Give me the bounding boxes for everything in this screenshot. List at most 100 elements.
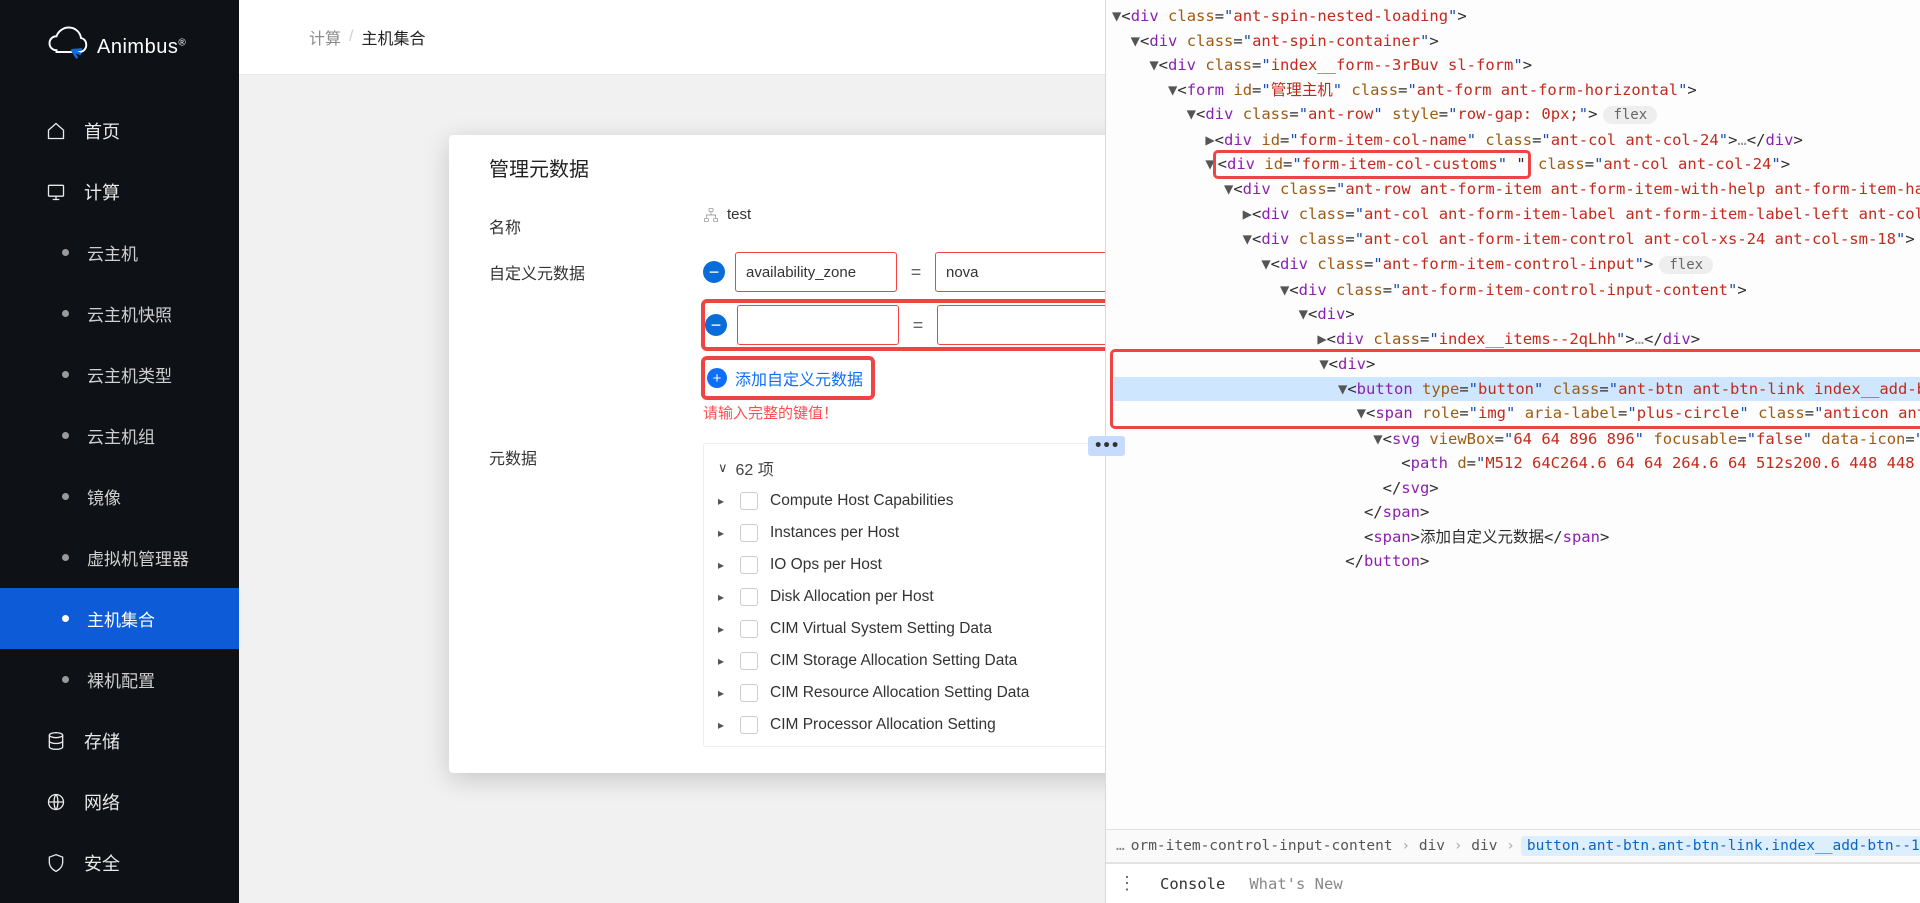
dom-node[interactable]: ▼<span role="img" aria-label="plus-circl…: [1114, 401, 1920, 426]
dom-node[interactable]: ▼<div class="ant-col ant-form-item-contr…: [1112, 227, 1920, 253]
sidebar-item-identity[interactable]: 身份管理: [0, 893, 239, 903]
dom-node[interactable]: <path d="M512 64C264.6 64 64 264.6 64 51…: [1112, 451, 1920, 476]
metadata-library-item[interactable]: ▸ CIM Processor Allocation Setting: [718, 716, 1105, 734]
metadata-library-item[interactable]: ▸ CIM Resource Allocation Setting Data: [718, 684, 1105, 702]
checkbox[interactable]: [740, 652, 758, 670]
metadata-library-item[interactable]: ▸ Instances per Host: [718, 524, 1105, 542]
metadata-key-input[interactable]: [737, 305, 899, 345]
dom-node[interactable]: ▼<div class="ant-row ant-form-item ant-f…: [1112, 177, 1920, 203]
dom-node[interactable]: ▼<div class="ant-form-item-control-input…: [1112, 252, 1920, 278]
sidebar-item-security[interactable]: 安全: [0, 832, 239, 893]
name-value: test: [703, 206, 1105, 223]
metadata-key-input[interactable]: [735, 252, 897, 292]
sidebar-item-storage[interactable]: 存储: [0, 710, 239, 771]
dom-node[interactable]: ▼<div class="ant-spin-container">: [1112, 29, 1920, 54]
name-text: test: [727, 206, 751, 223]
dom-node[interactable]: <span>添加自定义元数据</span>: [1112, 525, 1920, 550]
dom-node[interactable]: ▼<div>: [1114, 352, 1920, 377]
devtools-breadcrumbs[interactable]: … orm-item-control-input-content › div ›…: [1106, 829, 1920, 863]
sidebar-item-compute-child[interactable]: 云主机: [0, 222, 239, 283]
metadata-library-label: CIM Storage Allocation Setting Data: [770, 652, 1017, 670]
dom-node[interactable]: ▼<div id="form-item-col-customs" " class…: [1112, 152, 1920, 177]
sidebar-item-label: 云主机: [87, 240, 138, 265]
bullet-icon: [62, 249, 69, 256]
crumb-active[interactable]: button.ant-btn.ant-btn-link.index__add-b…: [1521, 836, 1920, 856]
sidebar-item-compute[interactable]: 计算: [0, 161, 239, 222]
sidebar-item-compute-child[interactable]: 镜像: [0, 466, 239, 527]
equals-icon: =: [909, 315, 927, 336]
brand-logo-icon: [46, 24, 88, 70]
caret-right-icon: ▸: [718, 622, 728, 636]
metadata-library-label: CIM Processor Allocation Setting: [770, 716, 996, 734]
sidebar-item-label: 计算: [84, 179, 120, 205]
sidebar-item-compute-child[interactable]: 主机集合: [0, 588, 239, 649]
dom-node[interactable]: ▼<div class="ant-form-item-control-input…: [1112, 278, 1920, 303]
add-metadata-button[interactable]: + 添加自定义元数据: [707, 362, 863, 394]
sidebar-item-label: 云主机类型: [87, 362, 172, 387]
sidebar-item-label: 安全: [84, 850, 120, 876]
metadata-library-item[interactable]: ▸ Compute Host Capabilities: [718, 492, 1105, 510]
dom-node[interactable]: ▼<div class="ant-spin-nested-loading">: [1112, 4, 1920, 29]
bullet-icon: [62, 432, 69, 439]
main-area: 计算 / 主机集合 ❯ 管理元数据 名称 test 自定义元数据 − = − =: [239, 0, 1105, 903]
checkbox[interactable]: [740, 620, 758, 638]
sidebar-item-compute-child[interactable]: 虚拟机管理器: [0, 527, 239, 588]
metadata-library-item[interactable]: ▸ Disk Allocation per Host: [718, 588, 1105, 606]
checkbox[interactable]: [740, 556, 758, 574]
dom-node[interactable]: ▼<svg viewBox="64 64 896 896" focusable=…: [1112, 427, 1920, 452]
brand: Animbus®: [0, 0, 239, 100]
checkbox[interactable]: [740, 716, 758, 734]
crumb-item[interactable]: div: [1471, 838, 1497, 854]
dom-node[interactable]: ▼<div>: [1112, 302, 1920, 327]
dom-node[interactable]: ▶<div id="form-item-col-name" class="ant…: [1112, 128, 1920, 153]
form-row-meta: 元数据 ∨ 62 项 ▸ Compute Host Capabilities▸ …: [489, 437, 1105, 747]
manage-metadata-modal: 管理元数据 名称 test 自定义元数据 − = − = + 添加: [449, 135, 1105, 773]
dom-node[interactable]: ▶<div class="index__items--2qLhh">…</div…: [1112, 327, 1920, 352]
dom-node[interactable]: ▼<div class="index__form--3rBuv sl-form"…: [1112, 53, 1920, 78]
sidebar-item-home[interactable]: 首页: [0, 100, 239, 161]
checkbox[interactable]: [740, 588, 758, 606]
sidebar-item-compute-child[interactable]: 云主机快照: [0, 283, 239, 344]
kebab-icon[interactable]: ⋮: [1118, 873, 1136, 894]
dom-node[interactable]: ▼<form id="管理主机" class="ant-form ant-for…: [1112, 78, 1920, 103]
metadata-library-item[interactable]: ▸ CIM Storage Allocation Setting Data: [718, 652, 1105, 670]
metadata-value-input[interactable]: [937, 305, 1105, 345]
caret-right-icon: ▸: [718, 494, 728, 508]
tab-whatsnew[interactable]: What's New: [1249, 875, 1342, 893]
tab-console[interactable]: Console: [1160, 875, 1225, 893]
bullet-icon: [62, 615, 69, 622]
crumb-item[interactable]: orm-item-control-input-content: [1131, 838, 1393, 854]
devtools-dom-tree[interactable]: ▼<div class="ant-spin-nested-loading"> ▼…: [1106, 0, 1920, 829]
metadata-library-item[interactable]: ▸ IO Ops per Host: [718, 556, 1105, 574]
remove-row-button[interactable]: −: [705, 314, 727, 336]
crumb-sep: ›: [1445, 838, 1471, 854]
dom-node[interactable]: </span>: [1112, 500, 1920, 525]
sidebar: Animbus® 首页 计算 云主机 云主机快照 云主机类型 云主机组 镜像: [0, 0, 239, 903]
checkbox[interactable]: [740, 492, 758, 510]
checkbox[interactable]: [740, 524, 758, 542]
caret-right-icon: ▸: [718, 526, 728, 540]
metadata-value-input[interactable]: [935, 252, 1105, 292]
remove-row-button[interactable]: −: [703, 261, 725, 283]
dom-node[interactable]: ▼<button type="button" class="ant-btn an…: [1114, 377, 1920, 402]
metadata-collapse-header[interactable]: ∨ 62 项: [704, 444, 1105, 492]
sidebar-item-label: 镜像: [87, 484, 121, 509]
metadata-library-item[interactable]: ▸ CIM Virtual System Setting Data: [718, 620, 1105, 638]
brand-name: Animbus®: [97, 36, 186, 59]
sidebar-item-network[interactable]: 网络: [0, 771, 239, 832]
sidebar-item-compute-child[interactable]: 云主机组: [0, 405, 239, 466]
metadata-library-label: Instances per Host: [770, 524, 899, 542]
dom-node[interactable]: ▶<div class="ant-col ant-form-item-label…: [1112, 202, 1920, 227]
breadcrumb-parent[interactable]: 计算: [309, 25, 341, 49]
crumb-item[interactable]: div: [1419, 838, 1445, 854]
checkbox[interactable]: [740, 684, 758, 702]
sidebar-item-compute-child[interactable]: 云主机类型: [0, 344, 239, 405]
sidebar-item-compute-child[interactable]: 裸机配置: [0, 649, 239, 710]
dom-node[interactable]: ▼<div class="ant-row" style="row-gap: 0p…: [1112, 102, 1920, 128]
breadcrumb-current: 主机集合: [361, 25, 425, 49]
dom-node[interactable]: </button>: [1112, 549, 1920, 574]
equals-icon: =: [907, 262, 925, 283]
dom-node[interactable]: </svg>: [1112, 476, 1920, 501]
metadata-panel: ∨ 62 项 ▸ Compute Host Capabilities▸ Inst…: [703, 443, 1105, 747]
sidebar-item-label: 网络: [84, 789, 120, 815]
